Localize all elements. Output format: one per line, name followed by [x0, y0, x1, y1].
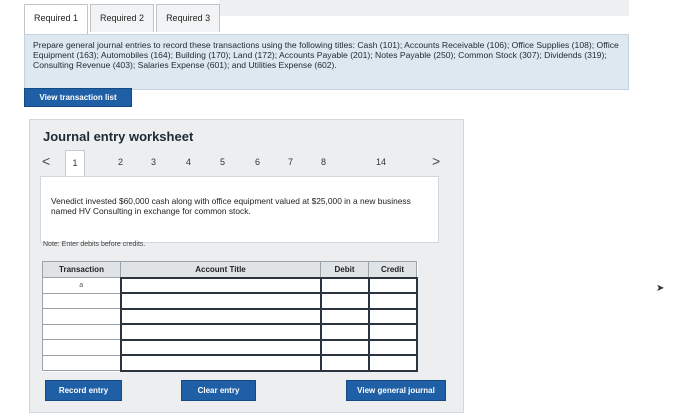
credit-input[interactable]	[367, 323, 418, 341]
transaction-cell	[42, 323, 121, 340]
credit-input[interactable]	[367, 276, 418, 294]
view-general-journal-button[interactable]: View general journal	[346, 380, 446, 401]
tab-bar-background	[219, 0, 629, 16]
tab-required-1[interactable]: Required 1	[24, 4, 89, 34]
transaction-pager: < 1 2 3 4 5 6 7 8 14 >	[30, 150, 465, 177]
debit-input[interactable]	[319, 292, 370, 310]
page-4[interactable]: 4	[186, 157, 191, 167]
header-account-title: Account Title	[120, 261, 321, 278]
transaction-cell: a	[42, 277, 121, 294]
instructions-text: Prepare general journal entries to recor…	[24, 34, 629, 90]
journal-entry-worksheet: Journal entry worksheet < 1 2 3 4 5 6 7 …	[29, 119, 464, 413]
account-title-input[interactable]	[119, 292, 322, 310]
account-title-input[interactable]	[119, 354, 322, 372]
account-title-input[interactable]	[119, 338, 322, 356]
debit-input[interactable]	[319, 338, 370, 356]
page-2[interactable]: 2	[118, 157, 123, 167]
table-row	[42, 354, 418, 372]
tab-required-3[interactable]: Required 3	[156, 4, 221, 32]
header-debit: Debit	[320, 261, 369, 278]
view-transaction-list-button[interactable]: View transaction list	[24, 88, 132, 107]
mouse-cursor-icon: ➤	[656, 283, 665, 294]
page-14[interactable]: 14	[376, 157, 386, 167]
header-credit: Credit	[368, 261, 417, 278]
transaction-cell	[42, 292, 121, 309]
account-title-input[interactable]	[119, 323, 322, 341]
debit-input[interactable]	[319, 276, 370, 294]
credit-input[interactable]	[367, 292, 418, 310]
credit-input[interactable]	[367, 307, 418, 325]
transaction-cell	[42, 339, 121, 356]
tab-bar: Required 1 Required 2 Required 3	[24, 4, 222, 34]
table-row	[42, 323, 418, 341]
debit-input[interactable]	[319, 307, 370, 325]
clear-entry-button[interactable]: Clear entry	[181, 380, 256, 401]
page-7[interactable]: 7	[288, 157, 293, 167]
credit-input[interactable]	[367, 354, 418, 372]
account-title-input[interactable]	[119, 276, 322, 294]
transaction-description-box: Venedict invested $60,000 cash along wit…	[40, 176, 439, 243]
record-entry-button[interactable]: Record entry	[45, 380, 122, 401]
debit-input[interactable]	[319, 323, 370, 341]
page-1[interactable]: 1	[65, 150, 85, 177]
header-transaction: Transaction	[42, 261, 121, 278]
table-row: a	[42, 276, 418, 294]
table-row	[42, 292, 418, 310]
page-6[interactable]: 6	[255, 157, 260, 167]
debit-input[interactable]	[319, 354, 370, 372]
entry-note: Note: Enter debits before credits.	[43, 241, 146, 248]
worksheet-title: Journal entry worksheet	[43, 129, 194, 144]
table-header-row: Transaction Account Title Debit Credit	[42, 261, 417, 278]
transaction-cell	[42, 354, 121, 371]
table-row	[42, 338, 418, 356]
page-8[interactable]: 8	[321, 157, 326, 167]
transaction-cell	[42, 308, 121, 325]
tab-required-2[interactable]: Required 2	[90, 4, 155, 32]
transaction-description: Venedict invested $60,000 cash along wit…	[51, 196, 411, 216]
table-row	[42, 307, 418, 325]
chevron-right-icon[interactable]: >	[432, 153, 440, 169]
chevron-left-icon[interactable]: <	[42, 153, 50, 169]
page-5[interactable]: 5	[220, 157, 225, 167]
journal-entry-table: Transaction Account Title Debit Credit a	[42, 261, 418, 372]
page-3[interactable]: 3	[151, 157, 156, 167]
account-title-input[interactable]	[119, 307, 322, 325]
credit-input[interactable]	[367, 338, 418, 356]
